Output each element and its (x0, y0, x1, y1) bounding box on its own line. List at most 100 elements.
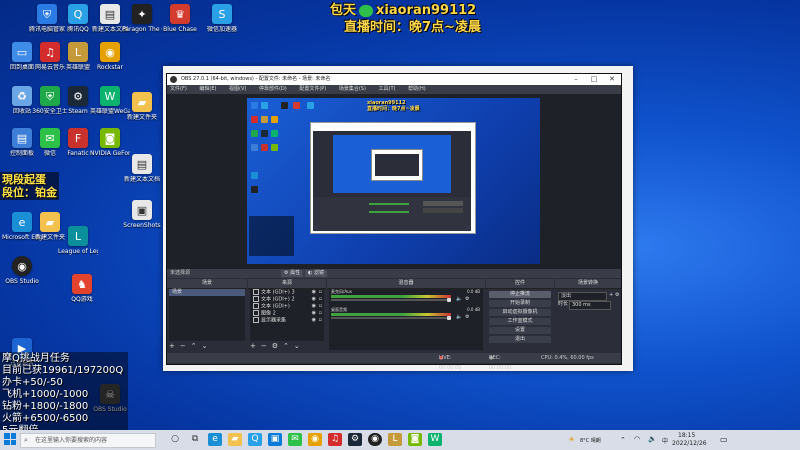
add-icon[interactable]: + (609, 291, 613, 300)
nested-meter (369, 203, 409, 205)
lol-icon[interactable]: L (388, 433, 402, 446)
fader-handle[interactable] (447, 298, 451, 302)
desktop-icon[interactable]: ▣ ScreenShots (122, 200, 162, 244)
menu-help[interactable]: 帮助(H) (408, 86, 426, 92)
wegame-icon[interactable]: W (428, 433, 442, 446)
desktop-icon[interactable]: ♛ Blue Chase (160, 4, 200, 48)
lock-icon[interactable]: ▫ (319, 303, 322, 310)
gear-icon[interactable]: ⚙ (615, 291, 619, 300)
desktop-icon[interactable]: S 微信加速器 (202, 4, 242, 48)
desktop-icon[interactable]: ◉ Rockstar (90, 42, 130, 86)
remove-icon[interactable]: − (261, 342, 267, 350)
remove-icon[interactable]: − (180, 342, 186, 350)
menu-profile[interactable]: 配置文件(P) (299, 86, 326, 92)
gear-icon[interactable]: ⚙ (272, 342, 278, 350)
close-icon[interactable]: ✕ (603, 74, 621, 85)
eye-icon[interactable]: ◉ (312, 310, 316, 317)
wechat-icon[interactable]: ✉ (288, 433, 302, 446)
desktop-icon[interactable]: ♞ QQ游戏 (62, 274, 102, 318)
chevron-up-icon[interactable]: ⌃ (191, 342, 197, 350)
obs-icon[interactable]: ◉ (368, 433, 382, 446)
chevron-down-icon[interactable]: ⌄ (294, 342, 300, 350)
source-item[interactable]: 文本 (GDI+) ◉ ▫ (250, 303, 324, 310)
source-item[interactable]: 图像 2 ◉ ▫ (250, 310, 324, 317)
exit-button[interactable]: 退出 (489, 336, 551, 343)
start-button[interactable] (4, 433, 16, 445)
eye-icon[interactable]: ◉ (312, 296, 316, 303)
duration-input[interactable]: 300 ms (569, 301, 611, 310)
volume-fader[interactable] (331, 317, 451, 319)
lock-icon[interactable]: ▫ (319, 296, 322, 303)
weather-text[interactable]: 8°C 晴朗 (580, 437, 601, 444)
task-view-icon[interactable]: ⧉ (188, 433, 202, 446)
properties-button[interactable]: ⚙ 属性 (281, 270, 304, 277)
edge-icon: e (12, 212, 32, 232)
edge-icon[interactable]: e (208, 433, 222, 446)
mixer-body: 麦克风/Aux 0.0 dB 🔈 ⚙ 桌面音频 0.0 dB 🔈 ⚙ (329, 289, 483, 350)
eye-icon[interactable]: ◉ (312, 317, 316, 324)
eye-icon[interactable]: ◉ (312, 289, 316, 296)
desktop-icon[interactable]: ▰ 新建文件夹 (122, 92, 162, 136)
ime-lang[interactable]: 中 (662, 436, 668, 445)
source-item[interactable]: 文本 (GDI+) 3 ◉ ▫ (250, 289, 324, 296)
chevron-down-icon[interactable]: ⌄ (202, 342, 208, 350)
menu-file[interactable]: 文件(F) (170, 86, 187, 92)
desktop-icon[interactable]: ◉ OBS Studio (2, 256, 42, 300)
chevron-up-icon[interactable]: ⌃ (283, 342, 289, 350)
app-icon[interactable]: ◉ (308, 433, 322, 446)
network-icon[interactable]: ◠ (634, 435, 640, 443)
menu-edit[interactable]: 编辑(E) (199, 86, 216, 92)
monitor-icon (253, 317, 259, 323)
source-item[interactable]: 文本 (GDI+) 2 ◉ ▫ (250, 296, 324, 303)
gear-icon[interactable]: ⚙ (465, 314, 469, 320)
gear-icon[interactable]: ⚙ (465, 296, 469, 302)
speaker-icon[interactable]: 🔈 (456, 296, 462, 302)
steam-icon[interactable]: ⚙ (348, 433, 362, 446)
monitor-icon: ▭ (12, 42, 32, 62)
panel-icon: ▤ (12, 128, 32, 148)
desktop-icon[interactable]: L League of Legends (58, 226, 98, 270)
stop-streaming-button[interactable]: 停止推流 (489, 291, 551, 298)
desktop-icon[interactable]: ✦ Paragon The Outcome (122, 4, 162, 48)
lol-icon: L (68, 226, 88, 246)
maximize-icon[interactable]: □ (585, 74, 603, 85)
nvidia-icon[interactable]: ◙ (408, 433, 422, 446)
desktop-icon[interactable]: ▤ 新建文本文档 (122, 154, 162, 198)
speaker-icon[interactable]: 🔈 (648, 435, 657, 443)
scenes-toolbar: + − ⌃ ⌄ (169, 342, 213, 351)
add-icon[interactable]: + (250, 342, 256, 350)
speaker-icon[interactable]: 🔈 (456, 314, 462, 320)
folder-icon[interactable]: ▰ (228, 433, 242, 446)
clock-date[interactable]: 2022/12/26 (672, 440, 707, 447)
music-icon[interactable]: ♫ (328, 433, 342, 446)
taskbar-search[interactable]: ⌕ 在这里输入你要搜索的内容 (20, 433, 156, 448)
menu-scene-collection[interactable]: 场景集合(S) (339, 86, 366, 92)
add-icon[interactable]: + (169, 342, 175, 350)
notification-icon[interactable]: ▭ (720, 435, 728, 444)
task-view-icon[interactable]: ○ (168, 433, 182, 446)
minimize-icon[interactable]: – (567, 74, 585, 85)
menu-docks[interactable]: 停靠部件(D) (259, 86, 287, 92)
obs-titlebar[interactable]: OBS 27.0.1 (64-bit, windows) - 配置文件: 未命名… (167, 74, 621, 85)
lock-icon[interactable]: ▫ (319, 317, 322, 324)
lock-icon[interactable]: ▫ (319, 310, 322, 317)
scene-item[interactable]: 场景 (169, 289, 245, 296)
obs-preview[interactable]: xiaoran99112 直播时间：晚7点~凌晨 (167, 94, 621, 269)
menu-tools[interactable]: 工具(T) (379, 86, 396, 92)
source-item[interactable]: 显示器采集 ◉ ▫ (250, 317, 324, 324)
volume-fader[interactable] (331, 299, 451, 301)
settings-button[interactable]: 设置 (489, 327, 551, 334)
chevron-up-icon[interactable]: ⌃ (620, 436, 626, 444)
studio-mode-button[interactable]: 工作室模式 (489, 318, 551, 325)
qq-icon[interactable]: Q (248, 433, 262, 446)
virtual-camera-button[interactable]: 启动虚拟摄像机 (489, 309, 551, 316)
filters-button[interactable]: ◐ 滤镜 (305, 270, 327, 277)
menu-view[interactable]: 视图(V) (229, 86, 246, 92)
clock-time[interactable]: 18:15 (678, 432, 695, 439)
eye-icon[interactable]: ◉ (312, 303, 316, 310)
store-icon[interactable]: ▣ (268, 433, 282, 446)
text-icon (253, 296, 259, 302)
lock-icon[interactable]: ▫ (319, 289, 322, 296)
fader-handle[interactable] (447, 316, 451, 320)
start-recording-button[interactable]: 开始录制 (489, 300, 551, 307)
